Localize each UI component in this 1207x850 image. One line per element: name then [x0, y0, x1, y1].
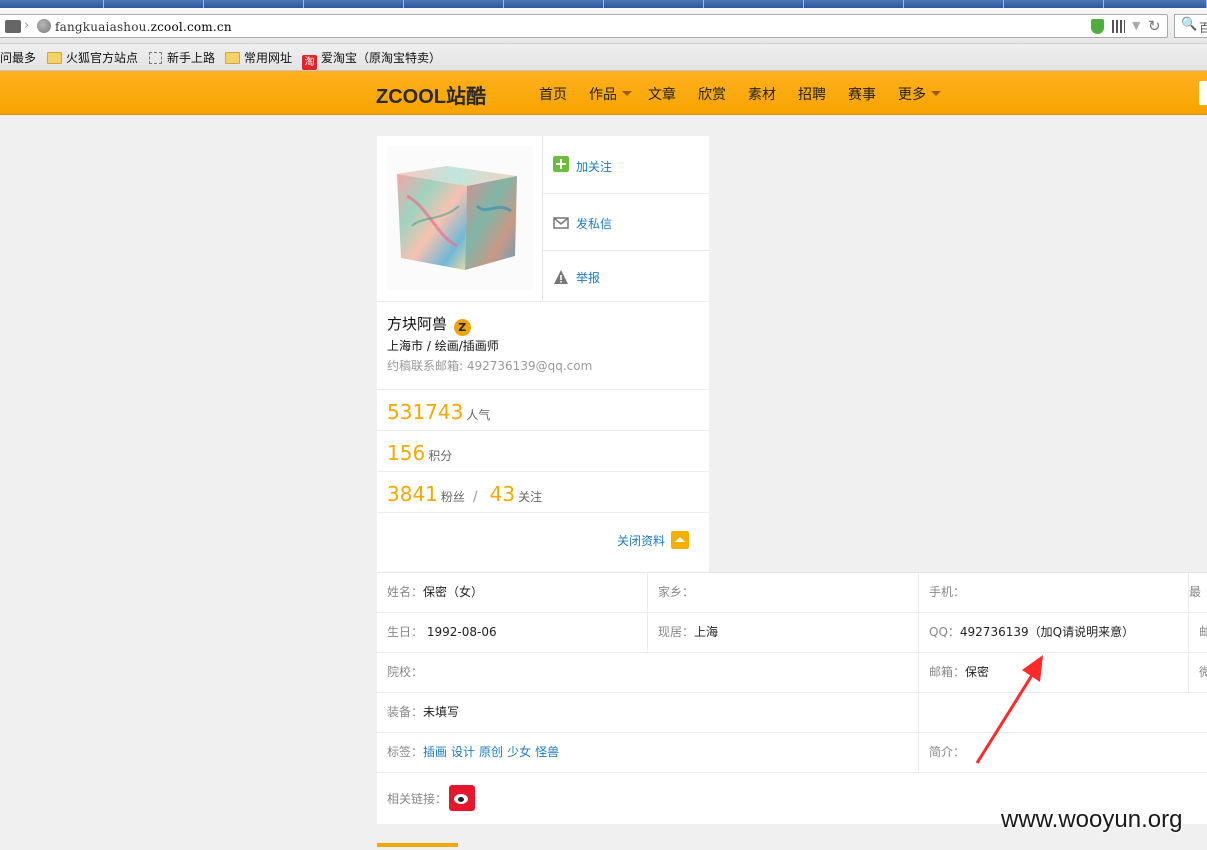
watermark: www.wooyun.org	[1001, 806, 1183, 833]
tag-link[interactable]: 怪兽	[535, 745, 559, 759]
nav-home[interactable]: 首页	[539, 84, 567, 104]
url-text: fangkuaiashou.zcool.com.cn	[55, 20, 232, 34]
site-search-input[interactable]	[1199, 81, 1207, 105]
profile-card: 加关注 发私信 举报 方块阿兽 Z 上海市 / 绘画/插画师 约稿联系邮箱: 4…	[377, 136, 709, 572]
column-divider	[1188, 573, 1189, 693]
follow-label: 加关注	[576, 160, 613, 174]
caret-down-icon	[931, 91, 941, 96]
url-input[interactable]: › fangkuaiashou.zcool.com.cn ▼ ↻	[0, 14, 1168, 38]
overflow-field: 邮	[1199, 625, 1207, 639]
security-shield-icon[interactable]	[1091, 19, 1104, 34]
send-message-button[interactable]: 发私信	[543, 194, 709, 251]
nav-appreciate[interactable]: 欣赏	[698, 84, 726, 104]
active-tab-indicator	[377, 843, 458, 847]
user-contact-email: 约稿联系邮箱: 492736139@qq.com	[387, 359, 593, 373]
zcool-logo[interactable]: ZCOOL站酷	[376, 80, 486, 109]
url-dropdown-icon[interactable]: ▼	[1132, 19, 1140, 32]
bookmark-taobao[interactable]: 淘爱淘宝（原淘宝特卖）	[302, 49, 441, 70]
qq-field: QQ：492736139（加Q请说明来意）	[929, 625, 1135, 639]
send-message-label: 发私信	[576, 217, 613, 231]
details-row: 院校： 邮箱：保密 微	[377, 653, 1207, 693]
page-icon	[149, 52, 162, 64]
report-label: 举报	[576, 271, 601, 285]
stat-popularity: 531743 人气	[387, 400, 491, 424]
divider	[377, 389, 709, 390]
nav-articles[interactable]: 文章	[648, 84, 676, 104]
folder-icon	[225, 52, 240, 64]
tab-groups-icon[interactable]	[5, 20, 21, 33]
residence-field: 现居：上海	[658, 625, 719, 639]
tags-field: 标签：插画 设计 原创 少女 怪兽	[387, 745, 560, 759]
equipment-field: 装备：未填写	[387, 705, 460, 719]
tag-link[interactable]: 少女	[507, 745, 531, 759]
name-field: 姓名：保密（女）	[387, 585, 484, 599]
phone-field: 手机：	[929, 585, 966, 599]
username: 方块阿兽 Z	[387, 313, 471, 336]
tag-link[interactable]: 原创	[479, 745, 503, 759]
column-divider	[647, 573, 648, 653]
divider	[377, 512, 709, 513]
globe-icon	[37, 19, 51, 33]
plus-icon	[553, 156, 569, 172]
reload-icon[interactable]: ↻	[1148, 17, 1161, 35]
overflow-field: 最	[1189, 585, 1202, 599]
divider	[377, 430, 709, 431]
details-row: 装备：未填写	[377, 693, 1207, 733]
email-field: 邮箱：保密	[929, 665, 990, 679]
bookmarks-bar: 访问最多 火狐官方站点 新手上路 常用网址 淘爱淘宝（原淘宝特卖）	[0, 44, 1207, 71]
divider	[377, 301, 709, 302]
user-location: 上海市 / 绘画/插画师	[387, 339, 499, 353]
close-profile-button[interactable]: 关闭资料	[617, 531, 689, 549]
collapse-up-icon	[671, 531, 689, 549]
column-divider	[918, 573, 919, 773]
cube-avatar-image	[387, 146, 533, 290]
fans-count[interactable]: 3841	[387, 482, 438, 506]
address-bar-row: › fangkuaiashou.zcool.com.cn ▼ ↻ 🔍 百	[0, 8, 1207, 44]
folder-icon	[47, 52, 62, 64]
bookmark-most-visited[interactable]: 访问最多	[0, 49, 36, 66]
follow-button[interactable]: 加关注	[543, 136, 709, 194]
stat-points: 156 积分	[387, 441, 453, 465]
taobao-icon: 淘	[302, 55, 317, 70]
nav-works[interactable]: 作品	[589, 84, 632, 104]
nav-contests[interactable]: 赛事	[848, 84, 876, 104]
nav-jobs[interactable]: 招聘	[798, 84, 826, 104]
links-field: 相关链接：	[377, 773, 476, 825]
birthday-field: 生日： 1992-08-06	[387, 625, 497, 639]
bookmark-common-sites[interactable]: 常用网址	[225, 49, 292, 66]
profile-details-table: 姓名：保密（女） 家乡： 手机： 最 生日： 1992-08-06 现居：上海 …	[377, 572, 1207, 824]
stat-fans-following: 3841 粉丝/43 关注	[387, 482, 543, 506]
report-button[interactable]: 举报	[543, 251, 709, 301]
divider	[377, 471, 709, 472]
tag-link[interactable]: 设计	[451, 745, 475, 759]
intro-field: 简介：	[929, 745, 966, 759]
qrcode-icon[interactable]	[1112, 20, 1125, 33]
following-count[interactable]: 43	[490, 482, 515, 506]
details-row: 标签：插画 设计 原创 少女 怪兽 简介：	[377, 733, 1207, 773]
search-engine-label: 百	[1199, 21, 1207, 35]
window-top-strip	[0, 0, 1207, 8]
chevron-right-icon: ›	[24, 18, 30, 33]
zcool-badge-icon: Z	[453, 319, 471, 336]
details-row: 生日： 1992-08-06 现居：上海 QQ：492736139（加Q请说明来…	[377, 613, 1207, 653]
search-icon[interactable]: 🔍	[1181, 17, 1197, 32]
envelope-icon	[553, 217, 569, 229]
caret-down-icon	[622, 91, 632, 96]
overflow-field: 微	[1199, 665, 1207, 679]
bookmark-firefox-site[interactable]: 火狐官方站点	[47, 49, 138, 66]
hometown-field: 家乡：	[658, 585, 695, 599]
bookmark-getting-started[interactable]: 新手上路	[149, 49, 215, 66]
warning-icon	[554, 270, 568, 284]
school-field: 院校：	[387, 665, 424, 679]
site-navbar: ZCOOL站酷 首页 作品 文章 欣赏 素材 招聘 赛事 更多	[0, 71, 1207, 115]
nav-materials[interactable]: 素材	[748, 84, 776, 104]
weibo-icon[interactable]	[449, 785, 476, 811]
nav-more[interactable]: 更多	[898, 84, 941, 104]
details-row: 姓名：保密（女） 家乡： 手机： 最	[377, 573, 1207, 613]
tag-link[interactable]: 插画	[423, 745, 447, 759]
avatar[interactable]	[387, 146, 533, 290]
